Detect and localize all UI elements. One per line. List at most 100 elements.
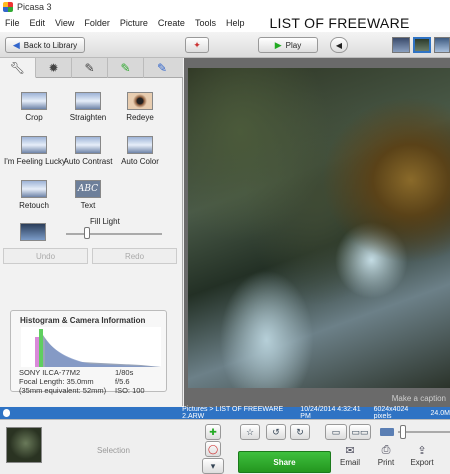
view-mode-compare-button[interactable]: ▭▭ (349, 424, 371, 440)
auto-contrast-tool[interactable]: Auto Contrast (58, 136, 118, 166)
brush-icon: ✎ (84, 61, 95, 75)
edit-panel: 🔧︎ ✹ ✎ ✎ ✎ Crop Straighten Redeye I'm Fe… (0, 58, 183, 406)
histogram-green-channel (39, 329, 43, 367)
rotate-right-button[interactable]: ↻ (290, 424, 310, 440)
status-date: 10/24/2014 4:32:41 PM (300, 406, 361, 420)
menu-tools[interactable]: Tools (190, 18, 221, 28)
status-left-icon (3, 409, 11, 417)
rotate-left-icon: ↺ (272, 426, 280, 437)
auto-contrast-icon (75, 136, 101, 154)
menu-file[interactable]: File (0, 18, 25, 28)
tab-effects[interactable]: ✎ (72, 58, 108, 78)
exposure-details: 1/80s f/5.6 ISO: 100 (115, 368, 145, 395)
zoom-slider-handle[interactable] (400, 425, 406, 439)
pin-icon: ✚ (209, 426, 217, 437)
export-button[interactable]: ⇪ Export (402, 444, 442, 467)
focal-equivalent: (35mm equivalent: 52mm) (19, 386, 107, 395)
collage-button[interactable]: ✦ (185, 37, 209, 53)
selection-thumbnail[interactable] (6, 427, 42, 463)
camera-details: SONY ILCA-77M2 Focal Length: 35.0mm (35m… (19, 368, 106, 395)
play-label: Play (285, 40, 302, 50)
shutter-speed: 1/80s (115, 368, 134, 377)
auto-contrast-label: Auto Contrast (63, 157, 113, 166)
single-view-icon: ▭ (331, 426, 341, 437)
fill-light-slider-handle[interactable] (84, 227, 90, 239)
status-dimensions: 6024x4024 pixels (373, 406, 409, 420)
share-label: Share (273, 457, 296, 467)
tab-tuning[interactable]: ✹ (36, 58, 72, 78)
redeye-label: Redeye (126, 113, 154, 122)
aperture: f/5.6 (115, 377, 130, 386)
histogram-graph (21, 327, 161, 367)
menu-edit[interactable]: Edit (25, 18, 51, 28)
retouch-tool[interactable]: Retouch (4, 180, 64, 210)
email-button[interactable]: ✉ Email (330, 444, 370, 467)
clear-selection-button[interactable]: ◯ (205, 441, 221, 457)
photo-viewer[interactable] (184, 58, 450, 408)
back-to-library-button[interactable]: ◀ Back to Library (5, 37, 85, 53)
menu-picture[interactable]: Picture (115, 18, 153, 28)
brush-blue-icon: ✎ (156, 61, 168, 75)
straighten-tool[interactable]: Straighten (58, 92, 118, 122)
redo-button[interactable]: Redo (92, 248, 177, 264)
auto-color-icon (127, 136, 153, 154)
auto-color-tool[interactable]: Auto Color (110, 136, 170, 166)
arrow-left-icon: ◀ (335, 40, 343, 50)
zoom-icon (380, 428, 394, 436)
histogram-red-channel (35, 337, 39, 367)
star-button[interactable]: ☆ (240, 424, 260, 440)
print-label: Print (377, 458, 395, 467)
menu-create[interactable]: Create (153, 18, 190, 28)
email-icon: ✉ (345, 445, 355, 457)
text-tool[interactable]: ABC Text (58, 180, 118, 210)
fill-light-track[interactable] (66, 233, 162, 235)
text-abc-icon: ABC (75, 180, 101, 198)
view-mode-single-button[interactable]: ▭ (325, 424, 347, 440)
fill-light-row: Fill Light (20, 217, 170, 243)
crop-icon (21, 92, 47, 110)
crop-tool[interactable]: Crop (4, 92, 64, 122)
menu-view[interactable]: View (50, 18, 79, 28)
album-icon: ▾ (210, 460, 216, 471)
brand-overlay-text: LIST OF FREEWARE (269, 15, 410, 31)
clear-icon: ◯ (207, 443, 219, 454)
play-button[interactable]: ▶ Play (258, 37, 318, 53)
tab-more-effects[interactable]: ✎ (108, 58, 144, 78)
filmstrip-thumb-3[interactable] (434, 37, 450, 53)
add-to-album-button[interactable]: ▾ (202, 458, 224, 474)
straighten-icon (75, 92, 101, 110)
straighten-label: Straighten (69, 113, 107, 122)
auto-color-label: Auto Color (121, 157, 159, 166)
wrench-icon: 🔧︎ (9, 60, 26, 75)
star-icon: ☆ (245, 426, 255, 437)
hold-pin-button[interactable]: ✚ (205, 424, 221, 440)
menu-folder[interactable]: Folder (79, 18, 115, 28)
edit-tabs: 🔧︎ ✹ ✎ ✎ ✎ (0, 58, 183, 78)
previous-photo-button[interactable]: ◀ (330, 37, 348, 53)
status-path: Pictures > LIST OF FREEWARE 2.ARW (182, 406, 284, 420)
bottom-tray: Selection ✚ ◯ ▾ ☆ ↺ ↻ ▭ ▭▭ Share ✉ Email… (0, 419, 450, 474)
rotate-right-icon: ↻ (296, 426, 304, 437)
sun-icon: ✹ (48, 61, 59, 75)
feeling-lucky-label: I'm Feeling Lucky (4, 157, 66, 166)
rotate-left-button[interactable]: ↺ (266, 424, 286, 440)
camera-model: SONY ILCA-77M2 (19, 368, 81, 377)
caption-field[interactable]: Make a caption (184, 392, 450, 406)
undo-button[interactable]: Undo (3, 248, 88, 264)
share-button[interactable]: Share (238, 451, 331, 473)
compare-view-icon: ▭▭ (351, 426, 369, 437)
play-icon: ▶ (274, 39, 282, 50)
print-button[interactable]: ⎙ Print (366, 444, 406, 467)
tab-effects-blue[interactable]: ✎ (144, 58, 180, 78)
filmstrip-thumb-1[interactable] (392, 37, 410, 53)
tab-basic-fixes[interactable]: 🔧︎ (0, 58, 36, 78)
filmstrip-thumb-2[interactable] (413, 37, 431, 53)
menu-bar: File Edit View Folder Picture Create Too… (0, 14, 450, 32)
window-title: Picasa 3 (17, 2, 52, 12)
menu-help[interactable]: Help (221, 18, 250, 28)
title-bar: Picasa 3 (0, 0, 450, 14)
redeye-tool[interactable]: Redeye (110, 92, 170, 122)
email-label: Email (339, 458, 360, 467)
text-label: Text (80, 201, 96, 210)
feeling-lucky-tool[interactable]: I'm Feeling Lucky (4, 136, 66, 166)
